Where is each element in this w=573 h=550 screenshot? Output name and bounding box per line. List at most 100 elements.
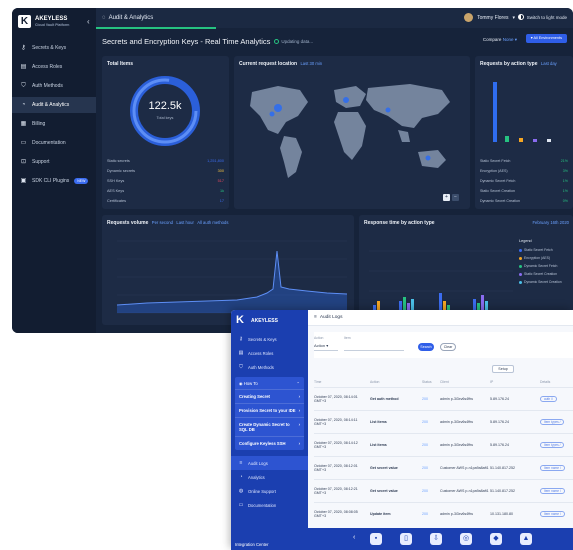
sidebar-item-secrets[interactable]: ⚷ Secrets & Keys	[12, 40, 96, 56]
sidebar-item-billing[interactable]: ▦ Billing	[12, 116, 96, 132]
billing-icon: ▦	[20, 120, 27, 127]
chevron-left-icon[interactable]: ‹	[353, 534, 355, 541]
theme-icon	[517, 14, 524, 20]
analytics-icon: ◔	[21, 101, 26, 108]
how-to-link[interactable]: Creating Secret ›	[235, 389, 304, 403]
new-badge: NEW	[74, 178, 89, 184]
theme-toggle[interactable]: Switch to light mode	[517, 14, 567, 20]
doc-icon: ▭	[238, 502, 244, 508]
legend-item: Dynamic Secret Creation	[519, 278, 571, 286]
how-to-link[interactable]: Configure Keyless SSH ›	[235, 436, 304, 450]
sidebar-item-auth-methods[interactable]: ⛉ Auth Methods	[12, 78, 96, 94]
action-row: Static Secret Creation 1%	[480, 189, 568, 193]
detail-pill[interactable]: Item types /	[540, 441, 565, 448]
table-row[interactable]: October 07, 2020, 08:12:01 GMT+3 Get sec…	[314, 455, 573, 479]
table-header: Time Action Status Client IP Details	[314, 380, 551, 385]
updating-indicator: Updating data...	[274, 38, 313, 44]
audit-logs-window: K AKEYLESS ⚷ Secrets & Keys ▤ Access Roles …	[231, 310, 573, 550]
user-menu[interactable]: Tommy Flores ▾	[464, 13, 515, 22]
action-row: Dynamic Secret Fetch 1%	[480, 179, 568, 183]
sidebar-item-documentation[interactable]: ▭ Documentation	[12, 135, 96, 151]
zoom-out-button[interactable]: −	[452, 194, 459, 201]
integration-terminal-icon[interactable]: ▪	[370, 533, 382, 545]
how-to-header[interactable]: ◉ How To ⌃	[235, 377, 304, 389]
key-icon: ⚷	[239, 336, 243, 342]
detail-pill[interactable]: Item types /	[540, 418, 565, 425]
logo-subtitle: Cloud Vault Platform	[35, 22, 70, 27]
response-time-bar-chart	[369, 250, 513, 314]
sidebar-item-documentation[interactable]: ▭ Documentation	[231, 498, 308, 512]
per-selector[interactable]: Per second	[152, 220, 173, 225]
setup-button[interactable]: Setup	[492, 365, 514, 373]
chevron-down-icon: ▾	[514, 37, 517, 42]
total-items-subtitle: Total keys	[156, 116, 174, 120]
loading-progress-bar	[96, 27, 216, 29]
screenshot-stage: K AKEYLESS Cloud Vault Platform ‹ ⚷ Secre…	[0, 0, 573, 550]
total-items-breakdown: Static secrets 1,251,800 Dynamic secrets 3…	[107, 156, 224, 206]
auth-selector[interactable]: All auth methods	[197, 220, 228, 225]
breadcrumb: ≡ Audit Logs	[308, 310, 573, 326]
chevron-right-icon: ›	[298, 394, 300, 399]
detail-pill[interactable]: Item name /	[540, 487, 565, 494]
table-row[interactable]: October 07, 2020, 08:14:11 GMT+3 List it…	[314, 409, 573, 433]
detail-pill[interactable]: Item name /	[540, 510, 565, 517]
how-to-link[interactable]: Provision Secret to your IDE ›	[235, 403, 304, 417]
table-row[interactable]: October 07, 2020, 08:12:21 GMT+3 Get sec…	[314, 478, 573, 502]
sidebar-item-support[interactable]: ⊡ Support	[12, 154, 96, 170]
sidebar-item-sdk-plugins[interactable]: ▣ SDK CLI Plugins NEW	[12, 173, 96, 189]
roles-icon: ▤	[20, 63, 27, 70]
integration-download-icon[interactable]: ⇩	[430, 533, 442, 545]
time-range-link[interactable]: Last day	[541, 61, 557, 66]
range-selector[interactable]: Last hour	[176, 220, 193, 225]
date-selector[interactable]: February 16th 2020	[532, 220, 569, 225]
chevron-down-icon: ▾	[326, 343, 329, 348]
akeyless-logo-icon: K	[18, 15, 31, 28]
table-row[interactable]: October 07, 2020, 08:14:12 GMT+3 List it…	[314, 432, 573, 456]
shield-icon: ⛉	[21, 82, 26, 89]
sidebar-item-audit-analytics[interactable]: ◔ Audit & Analytics	[12, 97, 96, 113]
sidebar-item-audit-logs[interactable]: ≡ Audit Logs	[231, 456, 308, 470]
integration-python-icon[interactable]: ◆	[490, 533, 502, 545]
how-to-link[interactable]: Create Dynamic Secret to SQL DB ›	[235, 417, 304, 436]
item-input[interactable]	[344, 343, 404, 351]
logo-name: AKEYLESS	[35, 15, 68, 22]
total-items-panel: Total Items 122.5k Total keys Static sec…	[102, 56, 229, 209]
analytics-dashboard-window: K AKEYLESS Cloud Vault Platform ‹ ⚷ Secre…	[12, 8, 573, 333]
legend-item: Encryption (AES)	[519, 254, 571, 262]
world-map	[250, 84, 450, 178]
integration-center-label: Integration Center	[235, 542, 269, 547]
collapse-sidebar-chevron-icon[interactable]: ‹	[87, 17, 90, 26]
integration-doc-icon[interactable]: ▯	[400, 533, 412, 545]
sidebar-item-analytics[interactable]: ◔ Analytics	[231, 470, 308, 484]
stat-row: Dynamic secrets 300	[107, 169, 224, 173]
time-range-link[interactable]: Last 30 min	[300, 61, 322, 66]
clear-button[interactable]: Clear	[440, 343, 456, 351]
sidebar-item-online-support[interactable]: ◍ Online Support	[231, 484, 308, 498]
sidebar-item-access-roles[interactable]: ▤ Access Roles	[12, 59, 96, 75]
logo[interactable]: K AKEYLESS	[236, 315, 278, 326]
logo[interactable]: K AKEYLESS Cloud Vault Platform	[18, 15, 69, 28]
table-row[interactable]: October 07, 2020, 08:08:05 GMT+3 Update …	[314, 501, 573, 525]
search-button[interactable]: Search	[418, 343, 434, 351]
total-items-value: 122.5k	[148, 100, 182, 112]
zoom-in-button[interactable]: +	[443, 194, 450, 201]
detail-pill[interactable]: auth //	[540, 395, 557, 402]
chevron-right-icon: ›	[298, 422, 300, 427]
environments-button[interactable]: ▾ All Environments	[525, 34, 567, 43]
panel-title: Current request location Last 30 min	[239, 61, 323, 67]
integration-terraform-icon[interactable]: ▲	[520, 533, 532, 545]
action-row: Encryption (AES) 3%	[480, 169, 568, 173]
compare-selector[interactable]: Compare None ▾	[483, 37, 517, 43]
sidebar-item-auth-methods[interactable]: ⛉ Auth Methods	[231, 360, 308, 374]
request-location-panel: Current request location Last 30 min + −	[234, 56, 470, 209]
action-select[interactable]: Action ▾	[314, 343, 338, 351]
panel-title: Response time by action type	[364, 220, 435, 226]
table-row[interactable]: October 07, 2020, 08:14:01 GMT+3 Get aut…	[314, 386, 573, 410]
integration-circle-icon[interactable]: ◎	[460, 533, 472, 545]
sidebar-item-secrets[interactable]: ⚷ Secrets & Keys	[231, 332, 308, 346]
detail-pill[interactable]: Item name /	[540, 464, 565, 471]
panel-title: Total Items	[107, 61, 134, 67]
chevron-up-icon: ⌃	[296, 380, 300, 386]
sidebar-item-access-roles[interactable]: ▤ Access Roles	[231, 346, 308, 360]
sidebar: K AKEYLESS Cloud Vault Platform ‹ ⚷ Secre…	[12, 8, 96, 333]
